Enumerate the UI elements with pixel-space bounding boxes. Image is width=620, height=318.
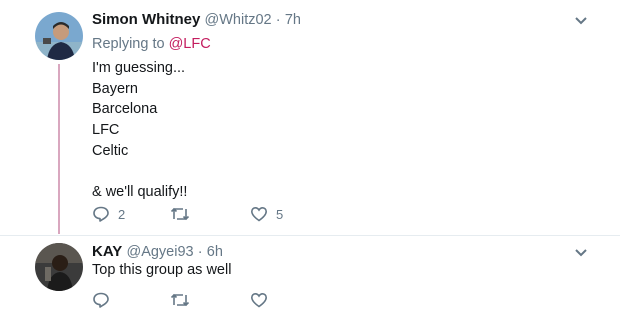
retweet-button[interactable]	[170, 205, 198, 223]
avatar[interactable]	[35, 12, 83, 60]
timestamp[interactable]: 6h	[207, 244, 223, 260]
chevron-down-icon[interactable]	[574, 248, 588, 258]
reply-button[interactable]: 2	[92, 205, 125, 223]
replying-to: Replying to @LFC	[92, 36, 211, 52]
reply-button[interactable]	[92, 291, 118, 309]
tweet[interactable]: KAY @Agyei93 · 6h Top this group as well	[0, 236, 620, 318]
tweet-header: Simon Whitney @Whitz02 · 7h	[92, 11, 301, 28]
avatar[interactable]	[35, 243, 83, 291]
like-button[interactable]: 5	[250, 205, 283, 223]
replying-prefix: Replying to	[92, 36, 165, 52]
retweet-button[interactable]	[170, 291, 198, 309]
separator-dot: ·	[275, 12, 281, 28]
retweet-icon	[170, 207, 190, 221]
reply-icon	[93, 292, 109, 308]
timestamp[interactable]: 7h	[285, 12, 301, 28]
username[interactable]: @Whitz02	[205, 12, 272, 28]
reply-icon	[93, 206, 109, 222]
display-name[interactable]: Simon Whitney	[92, 11, 200, 28]
heart-icon	[250, 206, 268, 222]
chevron-down-icon[interactable]	[574, 16, 588, 26]
tweet-text: I'm guessing... Bayern Barcelona LFC Cel…	[92, 60, 188, 201]
display-name[interactable]: KAY	[92, 243, 122, 260]
tweet-text: Top this group as well	[92, 262, 232, 278]
separator-dot: ·	[197, 244, 203, 260]
thread-line	[58, 64, 60, 234]
username[interactable]: @Agyei93	[126, 244, 193, 260]
reply-count: 2	[118, 206, 126, 222]
like-count: 5	[276, 206, 284, 222]
heart-icon	[250, 292, 268, 308]
mention-link[interactable]: @LFC	[169, 36, 211, 52]
tweet[interactable]: Simon Whitney @Whitz02 · 7h Replying to …	[0, 0, 620, 236]
tweet-header: KAY @Agyei93 · 6h	[92, 243, 223, 260]
retweet-icon	[170, 293, 190, 307]
like-button[interactable]	[250, 291, 276, 309]
